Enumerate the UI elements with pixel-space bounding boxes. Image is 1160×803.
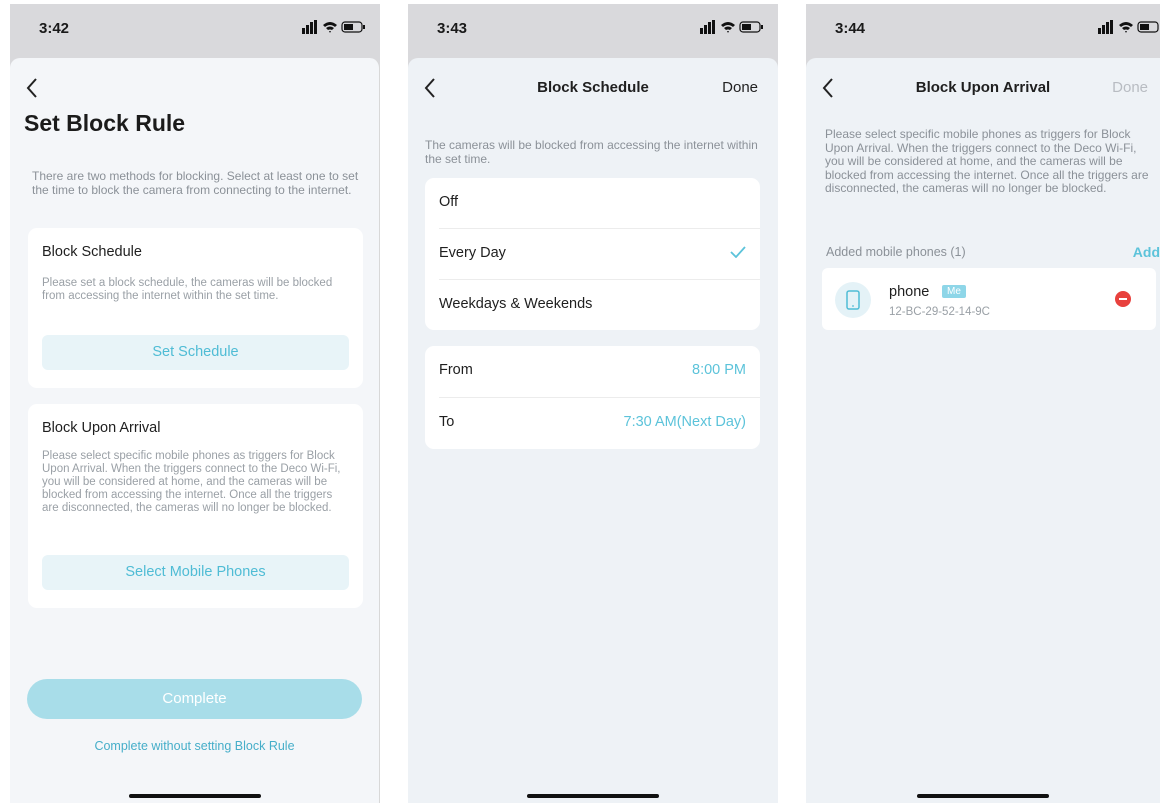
done-button[interactable]: Done: [722, 79, 758, 96]
checkmark-icon: [730, 246, 746, 258]
block-schedule-card: Block Schedule Please set a block schedu…: [28, 228, 363, 388]
status-time: 3:42: [39, 20, 70, 37]
option-label: Weekdays & Weekends: [439, 296, 593, 312]
arrival-description: Please select specific mobile phones as …: [825, 127, 1149, 195]
complete-button[interactable]: Complete: [27, 679, 362, 719]
status-icons: [700, 20, 763, 34]
me-badge: Me: [942, 285, 966, 298]
device-name: phone: [889, 284, 930, 300]
status-bar: 3:44: [806, 4, 1160, 56]
status-icons: [1098, 20, 1159, 34]
sheet: Set Block Rule There are two methods for…: [10, 58, 380, 803]
home-indicator: [917, 794, 1049, 798]
option-every-day[interactable]: Every Day: [425, 229, 760, 279]
status-icons: [302, 20, 365, 34]
page-title: Set Block Rule: [24, 110, 186, 136]
select-mobile-phones-button[interactable]: Select Mobile Phones: [42, 555, 349, 590]
nav-title: Block Upon Arrival: [915, 79, 1051, 96]
mobile-phone-icon: [835, 282, 871, 318]
added-phones-label: Added mobile phones (1): [826, 245, 966, 259]
from-value: 8:00 PM: [692, 362, 746, 378]
from-row[interactable]: From 8:00 PM: [425, 346, 760, 396]
option-label: Off: [439, 194, 459, 210]
schedule-description: The cameras will be blocked from accessi…: [425, 138, 758, 166]
card-title: Block Schedule: [42, 244, 142, 260]
frequency-options-card: Off Every Day Weekdays & Weekends: [425, 178, 760, 330]
option-weekdays-weekends[interactable]: Weekdays & Weekends: [425, 280, 760, 330]
to-row[interactable]: To 7:30 AM(Next Day): [425, 398, 760, 448]
option-label: Every Day: [439, 245, 506, 261]
to-value: 7:30 AM(Next Day): [623, 414, 747, 430]
remove-device-icon[interactable]: [1115, 291, 1131, 307]
status-bar: 3:42: [10, 4, 380, 56]
screen-block-schedule: 3:43 Block Schedule Done The cameras wil…: [408, 4, 778, 803]
time-range-card: From 8:00 PM To 7:30 AM(Next Day): [425, 346, 760, 449]
back-chevron-icon[interactable]: [24, 76, 42, 100]
screen-block-upon-arrival: 3:44 Block Upon Arrival Done Please sele…: [806, 4, 1160, 803]
device-row: phone Me 12-BC-29-52-14-9C: [822, 268, 1156, 330]
card-desc: Please set a block schedule, the cameras…: [42, 277, 333, 302]
card-title: Block Upon Arrival: [42, 420, 161, 436]
to-label: To: [439, 414, 455, 430]
from-label: From: [439, 362, 473, 378]
done-button[interactable]: Done: [1112, 79, 1148, 96]
set-schedule-button[interactable]: Set Schedule: [42, 335, 349, 370]
screen-set-block-rule: 3:42 Set Block Rule There are two method…: [10, 4, 380, 803]
home-indicator: [128, 794, 261, 798]
complete-without-rule-link[interactable]: Complete without setting Block Rule: [10, 739, 379, 753]
status-time: 3:44: [835, 20, 866, 37]
status-bar: 3:43: [408, 4, 778, 56]
home-indicator: [527, 794, 659, 798]
intro-text: There are two methods for blocking. Sele…: [32, 169, 359, 197]
option-off[interactable]: Off: [425, 178, 760, 228]
block-upon-arrival-card: Block Upon Arrival Please select specifi…: [28, 404, 363, 608]
status-time: 3:43: [437, 20, 468, 37]
card-desc: Please select specific mobile phones as …: [42, 450, 341, 514]
add-phone-link[interactable]: Add: [1133, 244, 1160, 260]
sheet: Block Schedule Done The cameras will be …: [408, 58, 778, 803]
device-mac: 12-BC-29-52-14-9C: [889, 306, 990, 318]
sheet: Block Upon Arrival Done Please select sp…: [806, 58, 1160, 803]
